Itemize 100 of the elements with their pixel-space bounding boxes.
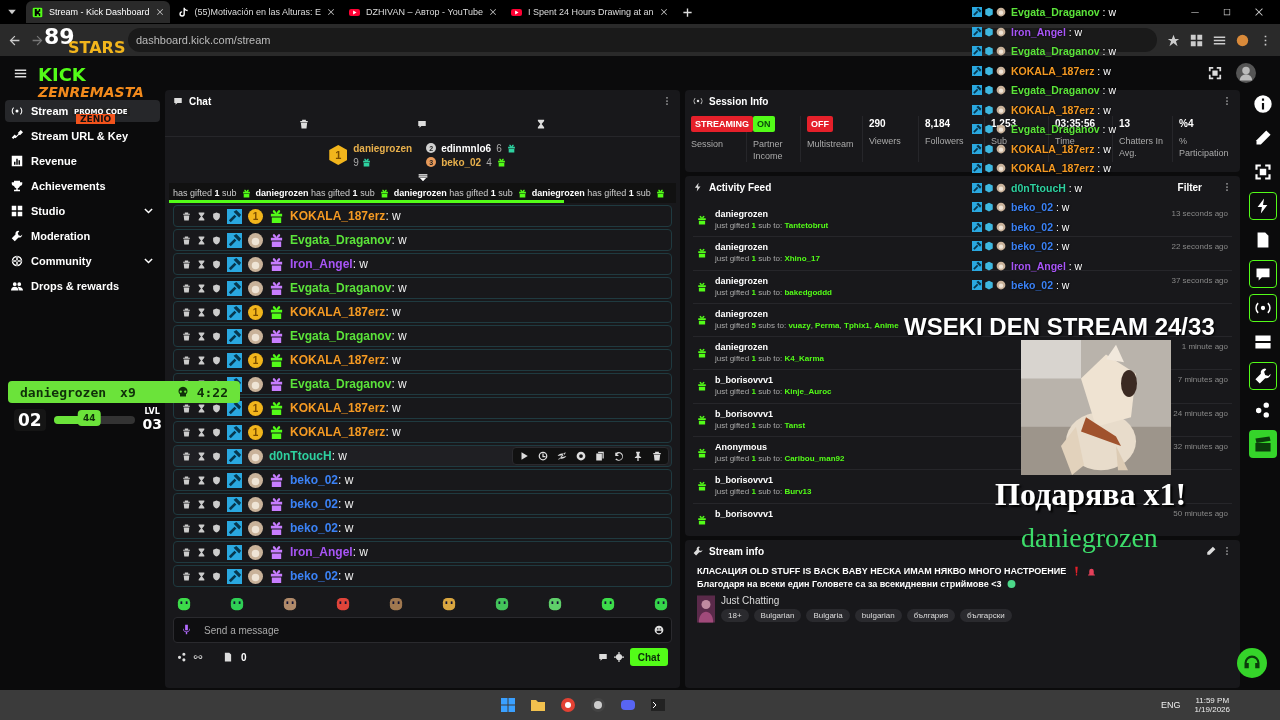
tag[interactable]: българия xyxy=(906,609,956,622)
scroll-down-icon[interactable] xyxy=(417,174,428,182)
emote-icon[interactable] xyxy=(336,597,350,611)
extensions-icon[interactable] xyxy=(1190,33,1203,47)
tag[interactable]: 18+ xyxy=(721,609,749,622)
close-tab-icon[interactable] xyxy=(327,8,336,16)
trash-icon[interactable] xyxy=(182,355,191,365)
shield-icon[interactable] xyxy=(212,427,221,437)
trash-icon[interactable] xyxy=(182,547,191,557)
chat-message[interactable]: beko_02: w xyxy=(173,493,672,515)
emote-icon[interactable] xyxy=(442,597,456,611)
new-tab-icon[interactable] xyxy=(681,6,693,18)
language-indicator[interactable]: ENG xyxy=(1160,700,1181,710)
shield-icon[interactable] xyxy=(212,571,221,581)
hourglass-icon[interactable] xyxy=(197,547,206,557)
chat-message[interactable]: beko_02: w xyxy=(173,565,672,587)
pencil-icon[interactable] xyxy=(1206,546,1216,556)
shield-icon[interactable] xyxy=(212,451,221,461)
hourglass-icon[interactable] xyxy=(197,571,206,581)
trash-icon[interactable] xyxy=(182,259,191,269)
chat-message[interactable]: beko_02: w xyxy=(173,469,672,491)
bolt-icon[interactable] xyxy=(1248,192,1277,220)
tag[interactable]: български xyxy=(960,609,1012,622)
emote-icon[interactable] xyxy=(177,597,191,611)
hourglass-icon[interactable] xyxy=(197,523,206,533)
sidebar-item[interactable]: Revenue xyxy=(5,150,160,172)
chat-message[interactable]: beko_02: w xyxy=(173,517,672,539)
chat-button[interactable]: Chat xyxy=(629,648,668,666)
sidebar-item[interactable]: Stream URL & Key xyxy=(5,125,160,147)
hourglass-icon[interactable] xyxy=(197,235,206,245)
chat-app-icon[interactable] xyxy=(620,697,637,713)
hide-icon[interactable] xyxy=(557,451,567,461)
close-tab-icon[interactable] xyxy=(155,8,164,16)
tag[interactable]: bulgarian xyxy=(854,609,902,622)
chat-message[interactable]: 1 KOKALA_187erz: w xyxy=(173,301,672,323)
trash-icon[interactable] xyxy=(182,235,191,245)
shield-icon[interactable] xyxy=(212,499,221,509)
chat-message[interactable]: Iron_Angel: w xyxy=(173,253,672,275)
emote-icon[interactable] xyxy=(283,597,297,611)
shield-icon[interactable] xyxy=(212,259,221,269)
trash-icon[interactable] xyxy=(182,307,191,317)
sidebar-item[interactable]: Studio xyxy=(5,200,160,222)
hourglass-icon[interactable] xyxy=(197,499,206,509)
broadcast-icon[interactable] xyxy=(1248,294,1277,322)
chat-icon[interactable] xyxy=(597,652,608,662)
trash-icon[interactable] xyxy=(182,331,191,341)
shield-icon[interactable] xyxy=(212,475,221,485)
close-icon[interactable] xyxy=(1254,7,1264,17)
hourglass-icon[interactable] xyxy=(197,331,206,341)
copy-icon[interactable] xyxy=(595,451,605,461)
message-field[interactable]: Send a message xyxy=(173,617,672,643)
profile-icon[interactable] xyxy=(1236,33,1249,47)
browser-tab[interactable]: (55)Motivación en las Alturas: E xyxy=(171,1,342,23)
sidebar-item[interactable]: Moderation xyxy=(5,225,160,247)
hourglass-icon[interactable] xyxy=(197,283,206,293)
emote-icon[interactable] xyxy=(389,597,403,611)
support-icon[interactable] xyxy=(1237,648,1267,678)
chat-message[interactable]: Evgata_Draganov: w xyxy=(173,229,672,251)
browser-tab[interactable]: I Spent 24 Hours Drawing at an xyxy=(504,1,674,23)
chat-message[interactable]: 1 KOKALA_187erz: w xyxy=(173,421,672,443)
trash-icon[interactable] xyxy=(182,211,191,221)
trash-icon[interactable] xyxy=(182,499,191,509)
avatar-icon[interactable] xyxy=(1236,63,1256,83)
shield-icon[interactable] xyxy=(212,235,221,245)
browser-icon[interactable] xyxy=(560,697,577,713)
close-tab-icon[interactable] xyxy=(659,8,668,16)
hourglass-icon[interactable] xyxy=(535,119,546,129)
shield-icon[interactable] xyxy=(212,331,221,341)
hourglass-icon[interactable] xyxy=(197,427,206,437)
back-icon[interactable] xyxy=(8,33,21,47)
clapper-icon[interactable] xyxy=(1248,430,1277,458)
shield-icon[interactable] xyxy=(212,283,221,293)
trash-icon[interactable] xyxy=(182,427,191,437)
hourglass-icon[interactable] xyxy=(197,451,206,461)
screen-icon[interactable] xyxy=(1208,66,1222,80)
close-tab-icon[interactable] xyxy=(488,8,497,16)
sidebar-item[interactable]: Community xyxy=(5,250,160,272)
emote-icon[interactable] xyxy=(601,597,615,611)
hourglass-icon[interactable] xyxy=(197,307,206,317)
chat-message[interactable]: 1 KOKALA_187erz: w xyxy=(173,205,672,227)
trash-icon[interactable] xyxy=(299,119,310,129)
trash-icon[interactable] xyxy=(182,403,191,413)
shield-icon[interactable] xyxy=(212,547,221,557)
chat-message[interactable]: Evgata_Draganov: w xyxy=(173,277,672,299)
chat-message[interactable]: Iron_Angel: w xyxy=(173,541,672,563)
shield-icon[interactable] xyxy=(212,355,221,365)
wrench-icon[interactable] xyxy=(1248,362,1277,390)
trash-icon[interactable] xyxy=(182,571,191,581)
chevron-down-icon[interactable] xyxy=(143,255,154,267)
microphone-icon[interactable] xyxy=(181,624,192,635)
share-icon[interactable] xyxy=(177,652,187,662)
chat-message[interactable]: Evgata_Draganov: w xyxy=(173,325,672,347)
browser-tab[interactable]: DZHIVAN – Автор - YouTube xyxy=(343,1,503,23)
maximize-icon[interactable] xyxy=(1222,7,1232,17)
folder-icon[interactable] xyxy=(530,697,547,713)
clock-icon[interactable] xyxy=(538,451,548,461)
browser-tab[interactable]: Stream - Kick Dashboard xyxy=(26,1,170,23)
tag[interactable]: Bulgarian xyxy=(753,609,802,622)
filter-button[interactable]: Filter xyxy=(1171,180,1208,194)
sidebar-item[interactable]: Drops & rewards xyxy=(5,275,160,297)
